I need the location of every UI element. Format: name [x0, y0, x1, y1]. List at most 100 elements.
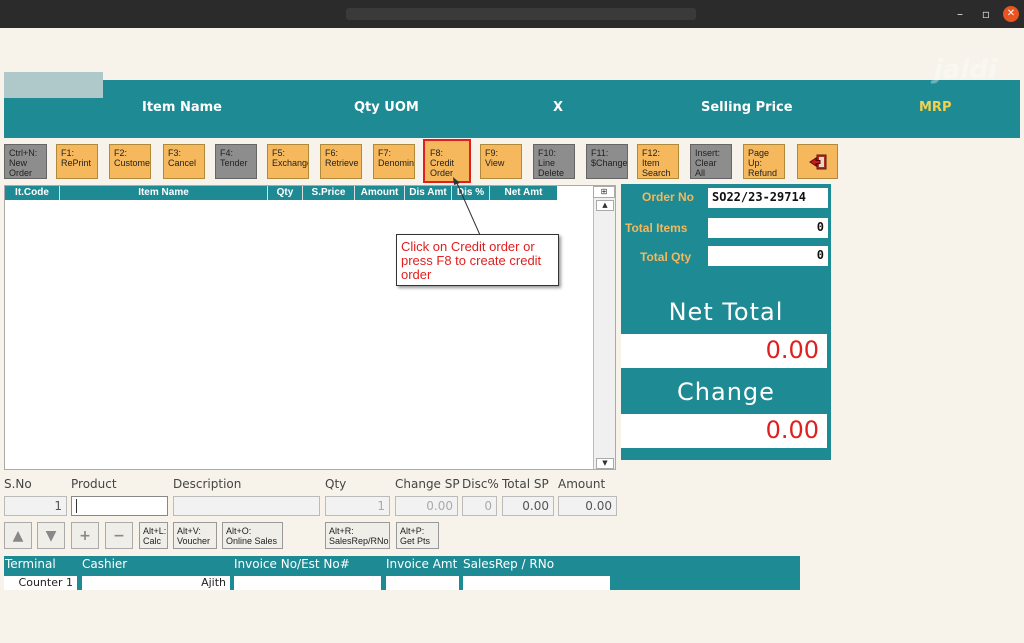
col-qty[interactable]: Qty — [268, 186, 303, 200]
clear-all-l2: Clear All — [695, 158, 717, 178]
total-qty-value: 0 — [708, 246, 828, 266]
sno-label: S.No — [4, 477, 32, 491]
new-order-l1: Ctrl+N: — [9, 148, 38, 158]
terminal-value: Counter 1 — [4, 576, 77, 590]
view-button[interactable]: F9: View — [480, 144, 522, 179]
salesrep-rno-value — [463, 576, 610, 590]
dollar-change-button[interactable]: F11: $Change — [586, 144, 628, 179]
net-total-value: 0.00 — [621, 334, 827, 368]
move-up-button[interactable]: ▲ — [4, 522, 32, 549]
amount-field: 0.00 — [558, 496, 617, 516]
line-delete-l2: Line — [538, 158, 556, 168]
retrieve-l1: F6: — [325, 148, 339, 158]
tender-l1: F4: — [220, 148, 234, 158]
retrieve-l2: Retrieve — [325, 158, 359, 168]
customer-button[interactable]: F2: Customer — [109, 144, 151, 179]
col-sprice[interactable]: S.Price — [303, 186, 355, 200]
reprint-l1: F1: — [61, 148, 75, 158]
change-value: 0.00 — [621, 414, 827, 448]
col-net-amt[interactable]: Net Amt — [490, 186, 557, 200]
reprint-button[interactable]: F1: RePrint — [56, 144, 98, 179]
col-dis-amt[interactable]: Dis Amt — [405, 186, 452, 200]
header-qty-uom: Qty UOM — [354, 100, 419, 115]
instruction-callout: Click on Credit order or press F8 to cre… — [396, 234, 559, 286]
item-search-l3: Search — [642, 168, 671, 178]
tender-button[interactable]: F4: Tender — [215, 144, 257, 179]
salesrep-button[interactable]: Alt+R: SalesRep/RNo — [325, 522, 390, 549]
qty-input[interactable]: 1 — [325, 496, 390, 516]
col-itcode[interactable]: It.Code — [5, 186, 60, 200]
online-sales-button[interactable]: Alt+O: Online Sales — [222, 522, 283, 549]
denomination-button[interactable]: F7: Denomina — [373, 144, 415, 179]
cashier-label: Cashier — [82, 557, 128, 571]
voucher-button[interactable]: Alt+V: Voucher — [173, 522, 217, 549]
total-sp-label: Total SP — [502, 477, 549, 491]
cancel-l2: Cancel — [168, 158, 197, 168]
order-items-grid[interactable] — [4, 185, 616, 470]
plus-icon: + — [79, 527, 91, 544]
line-delete-button[interactable]: F10: Line Delete — [533, 144, 575, 179]
item-search-button[interactable]: F12: Item Search — [637, 144, 679, 179]
exit-button[interactable] — [797, 144, 838, 179]
grid-scrollbar[interactable] — [593, 186, 615, 469]
store-logo-blurred — [4, 72, 103, 98]
add-qty-button[interactable]: + — [71, 522, 99, 549]
refund-button[interactable]: Page Up: Refund — [743, 144, 785, 179]
online-sales-label: Online Sales — [226, 536, 278, 546]
close-button[interactable]: ✕ — [1003, 6, 1019, 22]
voucher-shortcut: Alt+V: — [177, 526, 201, 536]
cashier-value: Ajith — [82, 576, 230, 590]
refund-l1: Page Up: — [748, 148, 770, 168]
change-sp-input[interactable]: 0.00 — [395, 496, 458, 516]
cancel-button[interactable]: F3: Cancel — [163, 144, 205, 179]
credit-order-l2: Credit — [430, 158, 455, 168]
exchange-l1: F5: — [272, 148, 286, 158]
callout-arrow — [453, 177, 481, 236]
disc-input[interactable]: 0 — [462, 496, 497, 516]
salesrep-label: SalesRep/RNo — [329, 536, 389, 546]
terminal-label: Terminal — [5, 557, 56, 571]
scroll-up-icon[interactable]: ▲ — [596, 200, 614, 211]
line-delete-l1: F10: — [538, 148, 557, 158]
exit-icon — [808, 154, 826, 169]
new-order-l3: Order — [9, 168, 33, 178]
invoice-no-value — [234, 576, 381, 590]
new-order-l2: New — [9, 158, 28, 168]
total-qty-label: Total Qty — [640, 250, 692, 264]
new-order-button[interactable]: Ctrl+N: New Order — [4, 144, 47, 179]
calc-button[interactable]: Alt+L: Calc — [139, 522, 168, 549]
change-sp-label: Change SP — [395, 477, 460, 491]
col-item-name[interactable]: Item Name — [60, 186, 268, 200]
denomination-l1: F7: — [378, 148, 392, 158]
salesrep-shortcut: Alt+R: — [329, 526, 354, 536]
calc-shortcut: Alt+L: — [143, 526, 167, 536]
col-amount[interactable]: Amount — [355, 186, 405, 200]
retrieve-button[interactable]: F6: Retrieve — [320, 144, 362, 179]
clear-all-button[interactable]: Insert: Clear All — [690, 144, 732, 179]
get-points-button[interactable]: Alt+P: Get Pts — [396, 522, 439, 549]
header-item-name: Item Name — [142, 100, 222, 115]
credit-order-l1: F8: — [430, 148, 444, 158]
order-no-label: Order No — [642, 190, 695, 204]
reprint-l2: RePrint — [61, 158, 92, 168]
header-mrp: MRP — [919, 100, 952, 115]
change-label: Change — [677, 378, 775, 406]
view-l2: View — [485, 158, 505, 168]
product-input[interactable] — [71, 496, 168, 516]
line-delete-l3: Delete — [538, 168, 565, 178]
customer-l1: F2: — [114, 148, 128, 158]
order-no-value: SO22/23-29714 — [708, 188, 828, 208]
scroll-down-icon[interactable]: ▼ — [596, 458, 614, 469]
amount-label: Amount — [558, 477, 606, 491]
invoice-no-label: Invoice No/Est No# — [234, 557, 350, 571]
exchange-button[interactable]: F5: Exchange — [267, 144, 309, 179]
header-selling-price: Selling Price — [701, 100, 793, 115]
move-down-button[interactable]: ▼ — [37, 522, 65, 549]
net-total-label: Net Total — [668, 298, 784, 326]
item-search-l2: Item — [642, 158, 660, 168]
restore-button[interactable]: ▫ — [978, 6, 994, 22]
minimize-button[interactable]: – — [952, 6, 968, 22]
reduce-qty-button[interactable]: − — [105, 522, 133, 549]
disc-label: Disc% — [462, 477, 499, 491]
grid-corner-icon[interactable]: ⊞ — [593, 186, 615, 198]
